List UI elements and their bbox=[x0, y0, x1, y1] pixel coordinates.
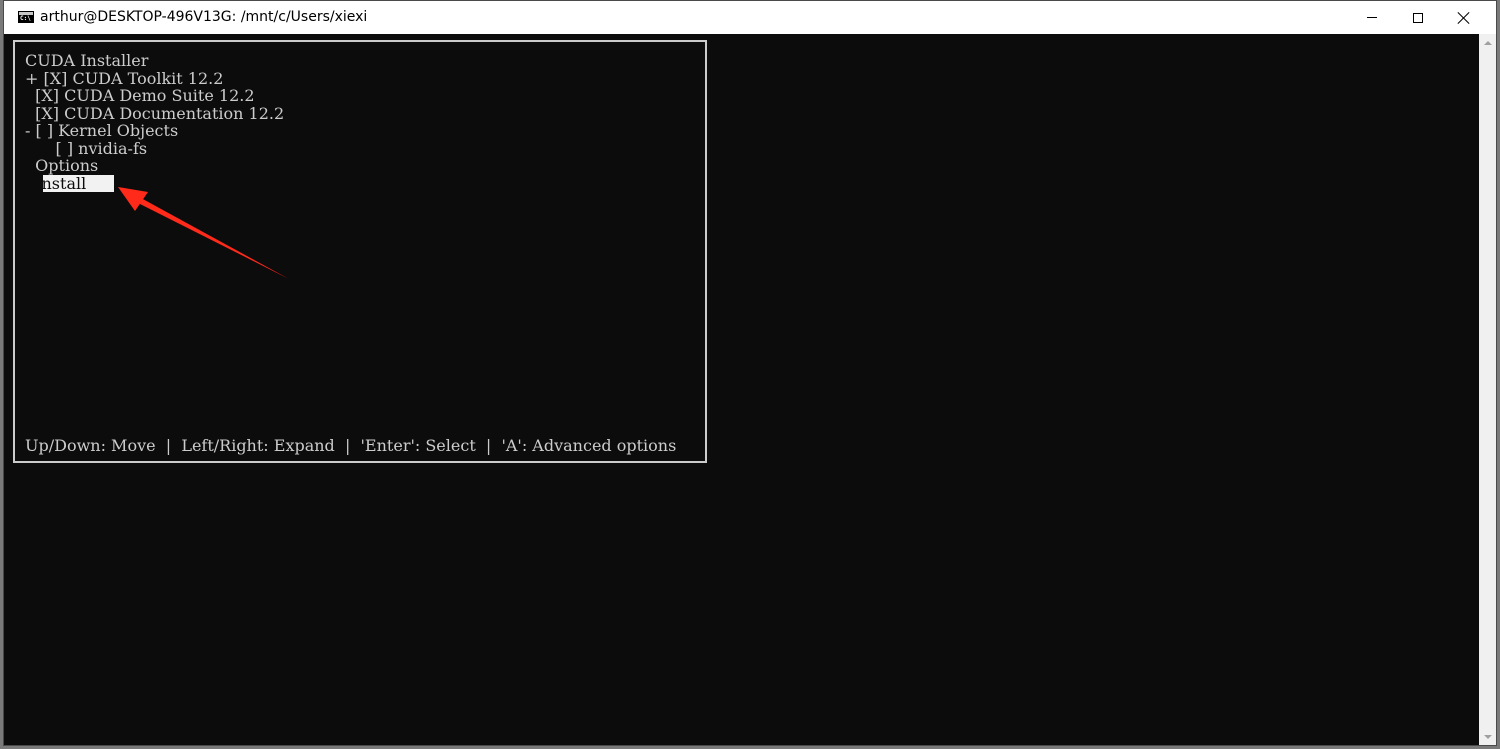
chevron-up-icon bbox=[1483, 40, 1492, 45]
scroll-down-button[interactable] bbox=[1479, 728, 1496, 745]
key-hints-bar: Up/Down: Move | Left/Right: Expand | 'En… bbox=[25, 436, 677, 455]
scroll-thumb[interactable] bbox=[1481, 53, 1494, 726]
maximize-button[interactable] bbox=[1395, 1, 1441, 34]
menu-item-cuda-demo-suite[interactable]: [X] CUDA Demo Suite 12.2 bbox=[25, 87, 254, 105]
chevron-down-icon bbox=[1483, 734, 1492, 739]
title-bar[interactable]: arthur@DESKTOP-496V13G: /mnt/c/Users/xie… bbox=[4, 1, 1496, 34]
window-title: arthur@DESKTOP-496V13G: /mnt/c/Users/xie… bbox=[40, 9, 368, 25]
menu-item-options[interactable]: Options bbox=[25, 157, 98, 175]
terminal-icon bbox=[18, 11, 34, 23]
vertical-scrollbar[interactable] bbox=[1479, 34, 1496, 745]
menu-item-install[interactable]: Install bbox=[25, 175, 86, 193]
close-button[interactable] bbox=[1441, 1, 1487, 34]
minimize-button[interactable] bbox=[1349, 1, 1395, 34]
maximize-icon bbox=[1413, 12, 1423, 23]
close-icon bbox=[1458, 12, 1470, 24]
minimize-icon bbox=[1367, 17, 1377, 18]
scroll-up-button[interactable] bbox=[1479, 34, 1496, 51]
menu-item-kernel-objects[interactable]: - [ ] Kernel Objects bbox=[25, 122, 178, 140]
installer-title: CUDA Installer bbox=[25, 51, 149, 70]
